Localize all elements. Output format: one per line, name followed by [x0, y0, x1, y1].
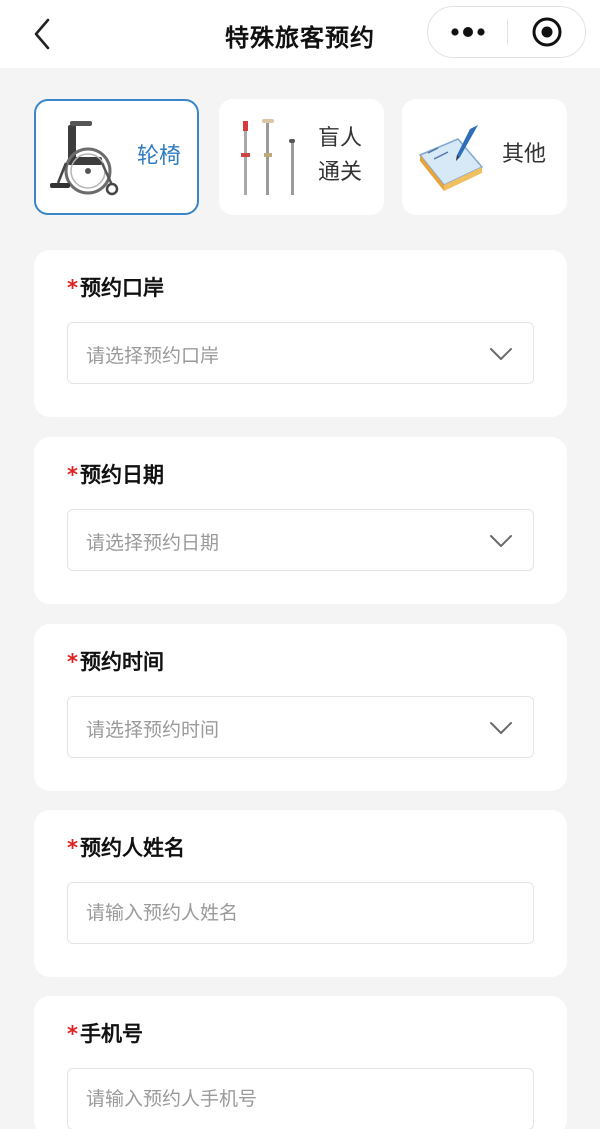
required-mark: * — [67, 276, 78, 300]
more-button[interactable] — [428, 7, 507, 57]
name-input-box[interactable] — [67, 882, 534, 944]
name-input[interactable] — [68, 883, 533, 943]
required-mark: * — [67, 650, 78, 674]
time-label-text: 预约时间 — [79, 650, 164, 674]
chevron-down-icon — [490, 535, 512, 547]
chevron-down-icon — [490, 348, 512, 360]
type-card-wheelchair[interactable]: 轮椅 — [34, 99, 199, 215]
date-label-text: 预约日期 — [79, 463, 164, 487]
notepad-pen-icon — [418, 125, 484, 191]
date-field-card: *预约日期 请选择预约日期 — [34, 437, 567, 604]
type-card-blind[interactable]: 盲人 通关 — [219, 99, 384, 215]
port-label: *预约口岸 — [67, 272, 164, 302]
required-mark: * — [67, 463, 78, 487]
type-label-other: 其他 — [502, 142, 547, 167]
required-mark: * — [67, 836, 78, 860]
chevron-left-icon — [34, 18, 50, 50]
more-dots-icon — [451, 27, 485, 37]
type-label-blind-line2: 通关 — [318, 160, 363, 185]
time-select[interactable]: 请选择预约时间 — [67, 696, 534, 758]
time-select-placeholder: 请选择预约时间 — [86, 719, 220, 741]
date-label: *预约日期 — [67, 459, 164, 489]
port-field-card: *预约口岸 请选择预约口岸 — [34, 250, 567, 417]
mini-program-capsule — [427, 6, 586, 58]
phone-label: *手机号 — [67, 1018, 143, 1048]
close-button[interactable] — [508, 7, 586, 57]
phone-label-text: 手机号 — [79, 1022, 143, 1046]
name-label-text: 预约人姓名 — [79, 836, 185, 860]
type-label-blind-line1: 盲人 — [318, 126, 363, 151]
crutches-icon — [241, 119, 295, 195]
port-label-text: 预约口岸 — [79, 276, 164, 300]
back-button[interactable] — [22, 14, 62, 54]
phone-input-box[interactable] — [67, 1068, 534, 1129]
type-card-other[interactable]: 其他 — [402, 99, 567, 215]
chevron-down-icon — [490, 722, 512, 734]
date-select[interactable]: 请选择预约日期 — [67, 509, 534, 571]
name-label: *预约人姓名 — [67, 832, 185, 862]
port-select[interactable]: 请选择预约口岸 — [67, 322, 534, 384]
phone-field-card: *手机号 — [34, 996, 567, 1129]
required-mark: * — [67, 1022, 78, 1046]
nav-bar: 特殊旅客预约 — [0, 0, 600, 68]
wheelchair-icon — [50, 121, 119, 196]
type-label-wheelchair: 轮椅 — [137, 144, 182, 169]
phone-input[interactable] — [68, 1069, 533, 1129]
port-select-placeholder: 请选择预约口岸 — [86, 345, 220, 367]
name-field-card: *预约人姓名 — [34, 810, 567, 977]
time-field-card: *预约时间 请选择预约时间 — [34, 624, 567, 791]
date-select-placeholder: 请选择预约日期 — [86, 532, 220, 554]
target-close-icon — [532, 17, 562, 47]
time-label: *预约时间 — [67, 646, 164, 676]
